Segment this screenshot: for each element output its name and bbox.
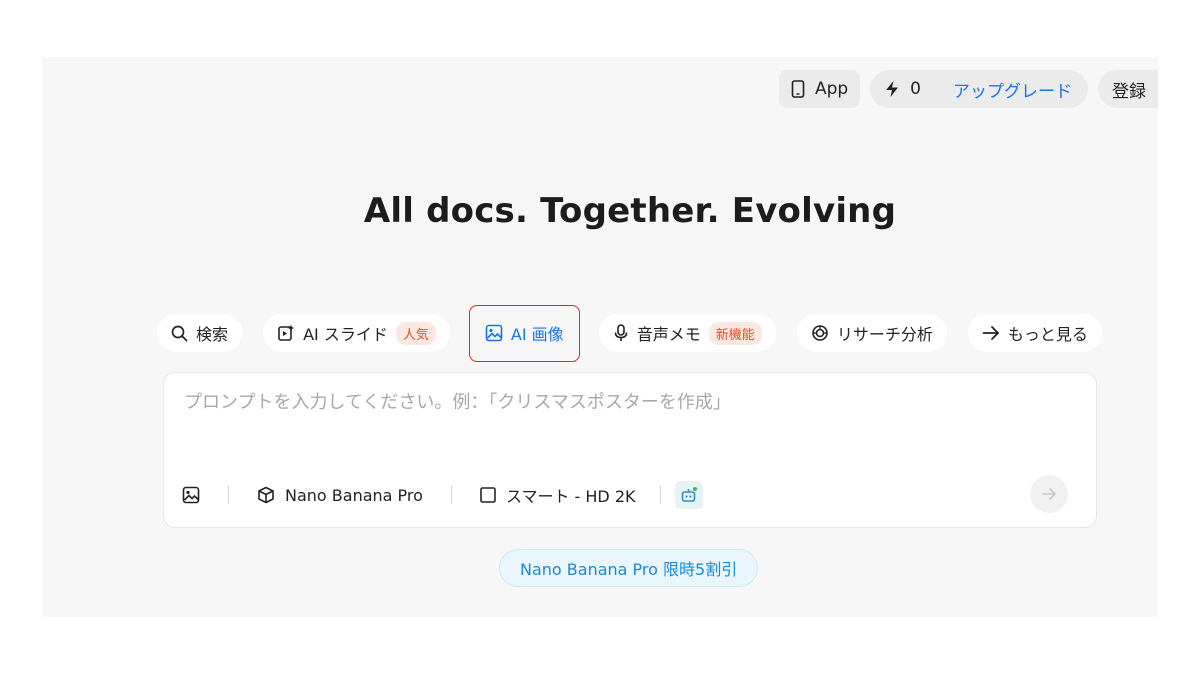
tab-ai-slides-label: AI スライド bbox=[303, 325, 388, 344]
main-canvas: App 0 アップグレード 登録 All docs. Together. Evo… bbox=[42, 57, 1158, 617]
robot-icon bbox=[680, 486, 698, 504]
tab-search-label: 検索 bbox=[196, 325, 229, 344]
tab-research[interactable]: リサーチ分析 bbox=[796, 314, 947, 352]
lightning-icon bbox=[884, 80, 900, 98]
ai-slides-icon bbox=[277, 324, 295, 342]
app-label: App bbox=[814, 79, 849, 99]
tab-voice-memo-label: 音声メモ bbox=[636, 325, 701, 344]
cube-icon bbox=[257, 486, 275, 504]
toolbar-divider bbox=[659, 486, 661, 504]
tab-voice-memo[interactable]: 音声メモ 新機能 bbox=[598, 314, 776, 352]
model-label: Nano Banana Pro bbox=[285, 485, 423, 505]
research-icon bbox=[811, 324, 829, 342]
tab-more[interactable]: もっと見る bbox=[967, 314, 1102, 352]
tab-search[interactable]: 検索 bbox=[157, 314, 243, 352]
signup-button[interactable]: 登録 bbox=[1098, 70, 1158, 108]
credits-count: 0 bbox=[910, 79, 921, 99]
quality-label: スマート - HD 2K bbox=[505, 487, 636, 506]
prompt-input[interactable] bbox=[182, 391, 1066, 414]
prompt-box: Nano Banana Pro スマート - HD 2K bbox=[163, 372, 1097, 528]
model-selector[interactable]: Nano Banana Pro bbox=[257, 486, 423, 505]
tab-research-label: リサーチ分析 bbox=[836, 325, 933, 344]
promo-banner[interactable]: Nano Banana Pro 限時5割引 bbox=[499, 549, 759, 587]
credits-pill: 0 アップグレード bbox=[870, 70, 1088, 108]
toolbar-divider bbox=[450, 486, 452, 504]
microphone-icon bbox=[613, 324, 629, 342]
agent-button[interactable] bbox=[674, 481, 703, 509]
search-icon bbox=[171, 325, 188, 342]
tab-more-label: もっと見る bbox=[1007, 325, 1088, 344]
quality-selector[interactable]: スマート - HD 2K bbox=[480, 483, 636, 507]
aspect-ratio-icon bbox=[480, 487, 496, 503]
send-arrow-icon bbox=[1041, 487, 1057, 501]
feature-tabs: 検索 AI スライド 人気 AI 画像 音声メモ 新機能 リサーチ分析 もっと見… bbox=[157, 305, 1102, 362]
toolbar-divider bbox=[228, 486, 229, 504]
arrow-right-icon bbox=[982, 325, 1000, 341]
send-button[interactable] bbox=[1030, 475, 1068, 513]
prompt-toolbar: Nano Banana Pro スマート - HD 2K bbox=[182, 481, 703, 509]
phone-icon bbox=[791, 80, 805, 98]
tab-ai-image-label: AI 画像 bbox=[510, 325, 564, 344]
app-download-button[interactable]: App bbox=[778, 70, 861, 108]
page-title: All docs. Together. Evolving bbox=[363, 191, 897, 231]
popular-badge: 人気 bbox=[395, 321, 436, 345]
tab-ai-slides[interactable]: AI スライド 人気 bbox=[263, 314, 450, 352]
new-feature-badge: 新機能 bbox=[708, 321, 762, 345]
top-bar: App 0 アップグレード 登録 bbox=[778, 70, 1158, 108]
tab-ai-image[interactable]: AI 画像 bbox=[468, 305, 580, 362]
image-upload-icon bbox=[182, 486, 200, 504]
upload-image-button[interactable] bbox=[182, 486, 200, 504]
upgrade-link[interactable]: アップグレード bbox=[953, 77, 1072, 102]
image-icon bbox=[485, 324, 503, 342]
